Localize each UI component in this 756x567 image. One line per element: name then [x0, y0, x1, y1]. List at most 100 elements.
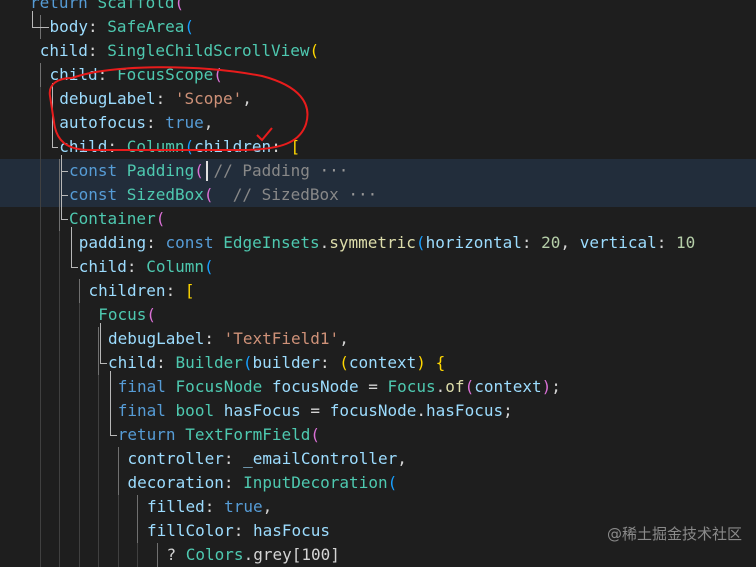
code-line[interactable]: children: [	[0, 279, 756, 303]
code-token: child	[78, 257, 127, 276]
code-text: body: SafeArea(	[50, 15, 195, 39]
indent-guide	[39, 495, 41, 519]
indent-guide	[137, 543, 139, 567]
code-token: child	[49, 65, 98, 84]
code-text: child: Column(children: [	[59, 135, 300, 159]
code-line[interactable]: child: Column(children: [	[0, 135, 756, 159]
code-token: debugLabel	[108, 329, 205, 348]
code-line[interactable]: const SizedBox( // SizedBox ···	[0, 183, 756, 207]
code-line[interactable]: controller: _emailController,	[0, 447, 756, 471]
code-token: Colors	[185, 545, 244, 564]
code-token: bool	[175, 401, 224, 420]
code-token: =	[358, 377, 388, 396]
code-text: debugLabel: 'TextField1',	[108, 327, 349, 351]
indent-guide	[39, 423, 41, 447]
code-line[interactable]: return Scaffold(	[0, 0, 756, 15]
indent-guide	[39, 159, 41, 183]
code-token: autofocus	[59, 113, 146, 132]
code-token: :	[223, 449, 244, 468]
code-token: of	[445, 377, 465, 396]
code-token: horizontal	[425, 233, 522, 252]
code-text: controller: _emailController,	[128, 447, 407, 471]
code-line[interactable]: Container(	[0, 207, 756, 231]
code-token: ,	[397, 449, 407, 468]
indent-guide	[59, 447, 61, 471]
code-line[interactable]: child: Builder(builder: (context) {	[0, 351, 756, 375]
code-line[interactable]: padding: const EdgeInsets.symmetric(hori…	[0, 231, 756, 255]
code-token: const	[69, 185, 127, 204]
indent-guide	[59, 495, 61, 519]
indent-guide	[59, 519, 61, 543]
code-text: child: Column(	[79, 255, 214, 279]
code-token: child	[59, 137, 108, 156]
code-token: (	[309, 41, 320, 60]
code-token: :	[156, 353, 176, 372]
indent-guide	[39, 183, 41, 207]
tree-connector	[61, 219, 68, 220]
code-line[interactable]: decoration: InputDecoration(	[0, 471, 756, 495]
code-text: Focus(	[98, 303, 156, 327]
code-line[interactable]: autofocus: true,	[0, 111, 756, 135]
code-line[interactable]: debugLabel: 'Scope',	[0, 87, 756, 111]
code-token: (	[184, 137, 195, 156]
indent-guide	[98, 375, 100, 399]
code-token: (	[194, 161, 204, 180]
indent-guide	[117, 447, 119, 471]
code-line[interactable]: filled: true,	[0, 495, 756, 519]
code-token: ;	[551, 377, 561, 396]
indent-guide	[98, 423, 100, 447]
code-editor[interactable]: return Scaffold(body: SafeArea(child: Si…	[0, 0, 756, 567]
code-token: children	[194, 137, 272, 156]
code-token: 'TextField1'	[223, 329, 340, 348]
code-token: final	[117, 377, 176, 396]
code-token: Padding	[126, 161, 195, 180]
code-token: .grey[100]	[243, 545, 340, 564]
code-text: decoration: InputDecoration(	[128, 471, 398, 495]
code-token: [	[290, 137, 301, 156]
code-token: ···	[319, 161, 349, 180]
code-line[interactable]: final bool hasFocus = focusNode.hasFocus…	[0, 399, 756, 423]
code-token: :	[126, 257, 147, 276]
code-line[interactable]: child: FocusScope(	[0, 63, 756, 87]
indent-guide	[117, 495, 119, 519]
code-token: debugLabel	[59, 89, 156, 108]
code-text: final FocusNode focusNode = Focus.of(con…	[118, 375, 561, 399]
indent-guide	[78, 471, 80, 495]
code-line[interactable]: child: Column(	[0, 255, 756, 279]
code-token: // SizedBox	[213, 185, 349, 204]
indent-guide	[78, 495, 80, 519]
code-token: :	[87, 41, 108, 60]
indent-guide	[78, 519, 80, 543]
code-token: InputDecoration	[243, 473, 388, 492]
code-line[interactable]: Focus(	[0, 303, 756, 327]
indent-guide	[78, 327, 80, 351]
code-token: Builder	[175, 353, 243, 372]
code-line[interactable]: ? Colors.grey[100]	[0, 543, 756, 567]
indent-guide	[59, 399, 61, 423]
code-line[interactable]: const Padding( // Padding ···	[0, 159, 756, 183]
code-line[interactable]: debugLabel: 'TextField1',	[0, 327, 756, 351]
tree-connector	[61, 155, 63, 219]
indent-guide	[59, 183, 61, 207]
code-token: (	[242, 353, 253, 372]
indent-guide	[98, 399, 100, 423]
indent-guide	[59, 543, 61, 567]
code-token: ,	[242, 89, 252, 108]
indent-guide	[39, 135, 41, 159]
code-token: final	[117, 401, 176, 420]
code-line[interactable]: body: SafeArea(	[0, 15, 756, 39]
tree-connector	[110, 435, 117, 436]
code-token: (	[213, 65, 223, 84]
code-token: SingleChildScrollView	[107, 41, 310, 60]
code-line[interactable]: final FocusNode focusNode = Focus.of(con…	[0, 375, 756, 399]
code-line[interactable]: child: SingleChildScrollView(	[0, 39, 756, 63]
indent-guide	[59, 351, 61, 375]
indent-guide	[59, 255, 61, 279]
code-token: return	[117, 425, 186, 444]
code-token: Column	[126, 137, 185, 156]
tree-connector	[110, 371, 111, 435]
code-token: child	[108, 353, 157, 372]
code-token: (	[415, 233, 426, 252]
code-token: :	[233, 521, 253, 540]
code-token: Column	[146, 257, 204, 276]
